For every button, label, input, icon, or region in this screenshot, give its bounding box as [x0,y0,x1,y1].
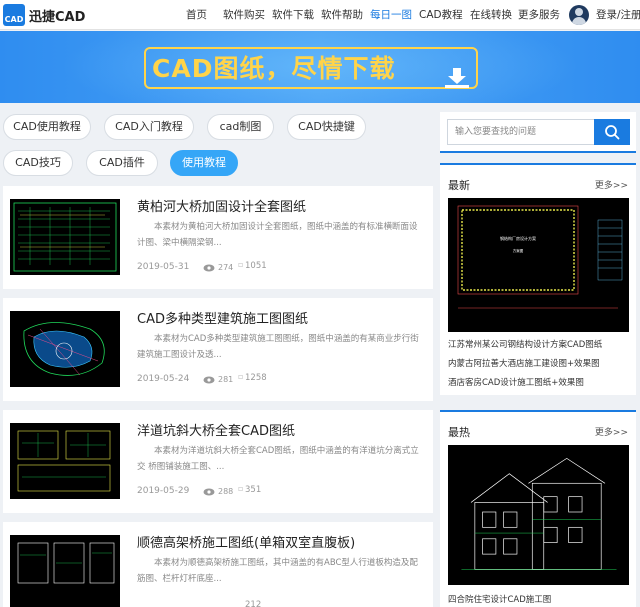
hottest-panel: 最热 更多>> 四合院住宅设计CAD施工图 [440,410,636,607]
nav-cad-tutorial[interactable]: CAD教程 [419,0,470,30]
nav-daily-drawing[interactable]: 每日一图 [370,0,419,30]
latest-featured-image[interactable]: 钢结构厂房设计方案 方案图 [448,198,629,332]
article-thumbnail[interactable] [10,423,120,499]
nav-download[interactable]: 软件下载 [272,0,321,30]
comment-count: 1051 [245,261,267,271]
article-card[interactable]: 顺德高架桥施工图纸(单箱双室直腹板) 本素材为顺德高架桥施工图纸，其中涵盖的有A… [3,522,433,607]
article-card[interactable]: 黄柏河大桥加固设计全套图纸 本素材为黄柏河大桥加固设计全套图纸，图纸中涵盖的有标… [3,186,433,289]
article-description: 本素材为黄柏河大桥加固设计全套图纸，图纸中涵盖的有标准横断面设计图、梁中横隔梁钢… [137,222,418,248]
latest-link[interactable]: 江苏常州某公司钢结构设计方案CAD图纸 [448,338,602,350]
tag-cad-drafting[interactable]: cad制图 [207,114,274,140]
comment-icon: ▫ [238,372,244,381]
nav-buy[interactable]: 软件购买 [223,0,272,30]
svg-text:方案图: 方案图 [513,248,524,253]
view-count: 274 [218,263,234,272]
logo-mark: CAD [3,4,25,26]
comment-count: 1258 [245,373,267,383]
latest-title: 最新 [448,179,470,192]
article-description: 本素材为洋道坑斜大桥全套CAD图纸，图纸中涵盖的有洋道坑分离式立交 桥图铺装施工… [137,446,419,472]
article-thumbnail[interactable] [10,199,120,275]
tag-cad-plugins[interactable]: CAD插件 [86,150,158,176]
article-date: 2019-05-29 [137,486,190,496]
tag-cad-beginner-tutorial[interactable]: CAD入门教程 [104,114,194,140]
article-date: 2019-05-31 [137,262,190,272]
nav-more-services[interactable]: 更多服务 [518,0,568,30]
article-description: 本素材为CAD多种类型建筑施工图图纸，图纸中涵盖的有某商业步行街建筑施工图设计及… [137,334,419,360]
article-thumbnail[interactable] [10,311,120,387]
comment-count: 212 [245,600,262,607]
hottest-featured-image[interactable] [448,445,629,585]
top-header: CAD 迅捷CAD 首页 软件购买 软件下载 软件帮助 每日一图 CAD教程 在… [0,0,640,30]
tag-cad-shortcuts[interactable]: CAD快捷键 [287,114,366,140]
search-icon [605,125,620,140]
latest-link[interactable]: 酒店客房CAD设计施工图纸+效果图 [448,376,584,388]
article-title[interactable]: 黄柏河大桥加固设计全套图纸 [137,196,306,215]
svg-text:钢结构厂房设计方案: 钢结构厂房设计方案 [500,235,536,241]
view-count: 281 [218,375,234,384]
eye-icon [203,376,215,384]
site-logo[interactable]: CAD 迅捷CAD [3,4,85,26]
nav-online-convert[interactable]: 在线转换 [470,0,518,30]
latest-link[interactable]: 内蒙古阿拉善大酒店施工建设图+效果图 [448,357,600,369]
nav-home[interactable]: 首页 [186,0,223,30]
tag-cad-usage-tutorial[interactable]: CAD使用教程 [3,114,91,140]
article-title[interactable]: 洋道坑斜大桥全套CAD图纸 [137,420,295,439]
latest-panel: 最新 更多>> 钢结构厂房设计方案 方案图 江苏常州某公司钢结构设计方案CAD图… [440,163,636,395]
tag-cad-tips[interactable]: CAD技巧 [3,150,73,176]
view-count: 288 [218,487,234,496]
article-title[interactable]: 顺德高架桥施工图纸(单箱双室直腹板) [137,532,355,551]
article-title[interactable]: CAD多种类型建筑施工图图纸 [137,308,308,327]
comment-icon: ▫ [238,260,244,269]
comment-icon: ▫ [238,484,244,493]
article-thumbnail[interactable] [10,535,120,607]
search-box [440,112,636,153]
comment-count: 351 [245,485,262,495]
article-description: 本素材为顺德高架桥施工图纸，其中涵盖的有ABC型人行道板构造及配筋图、栏杆灯杆底… [137,558,418,584]
promo-banner: CAD图纸，尽情下载 [0,31,640,103]
main-nav: 首页 软件购买 软件下载 软件帮助 每日一图 CAD教程 在线转换 更多服务 [186,0,568,30]
logo-text: 迅捷CAD [29,9,86,25]
hottest-link[interactable]: 四合院住宅设计CAD施工图 [448,593,551,605]
tag-usage-tutorial[interactable]: 使用教程 [170,150,238,176]
search-button[interactable] [594,119,630,145]
article-date: 2019-05-24 [137,374,190,384]
eye-icon [203,488,215,496]
user-avatar-icon[interactable] [569,5,589,25]
download-icon [443,66,471,90]
latest-more-link[interactable]: 更多>> [595,178,628,191]
banner-title: CAD图纸，尽情下载 [152,54,396,83]
login-register-link[interactable]: 登录/注册 [596,0,640,30]
hottest-title: 最热 [448,426,470,439]
article-card[interactable]: 洋道坑斜大桥全套CAD图纸 本素材为洋道坑斜大桥全套CAD图纸，图纸中涵盖的有洋… [3,410,433,513]
article-card[interactable]: CAD多种类型建筑施工图图纸 本素材为CAD多种类型建筑施工图图纸，图纸中涵盖的… [3,298,433,401]
nav-help[interactable]: 软件帮助 [321,0,370,30]
eye-icon [203,264,215,272]
hottest-more-link[interactable]: 更多>> [595,425,628,438]
search-input[interactable] [447,119,594,145]
